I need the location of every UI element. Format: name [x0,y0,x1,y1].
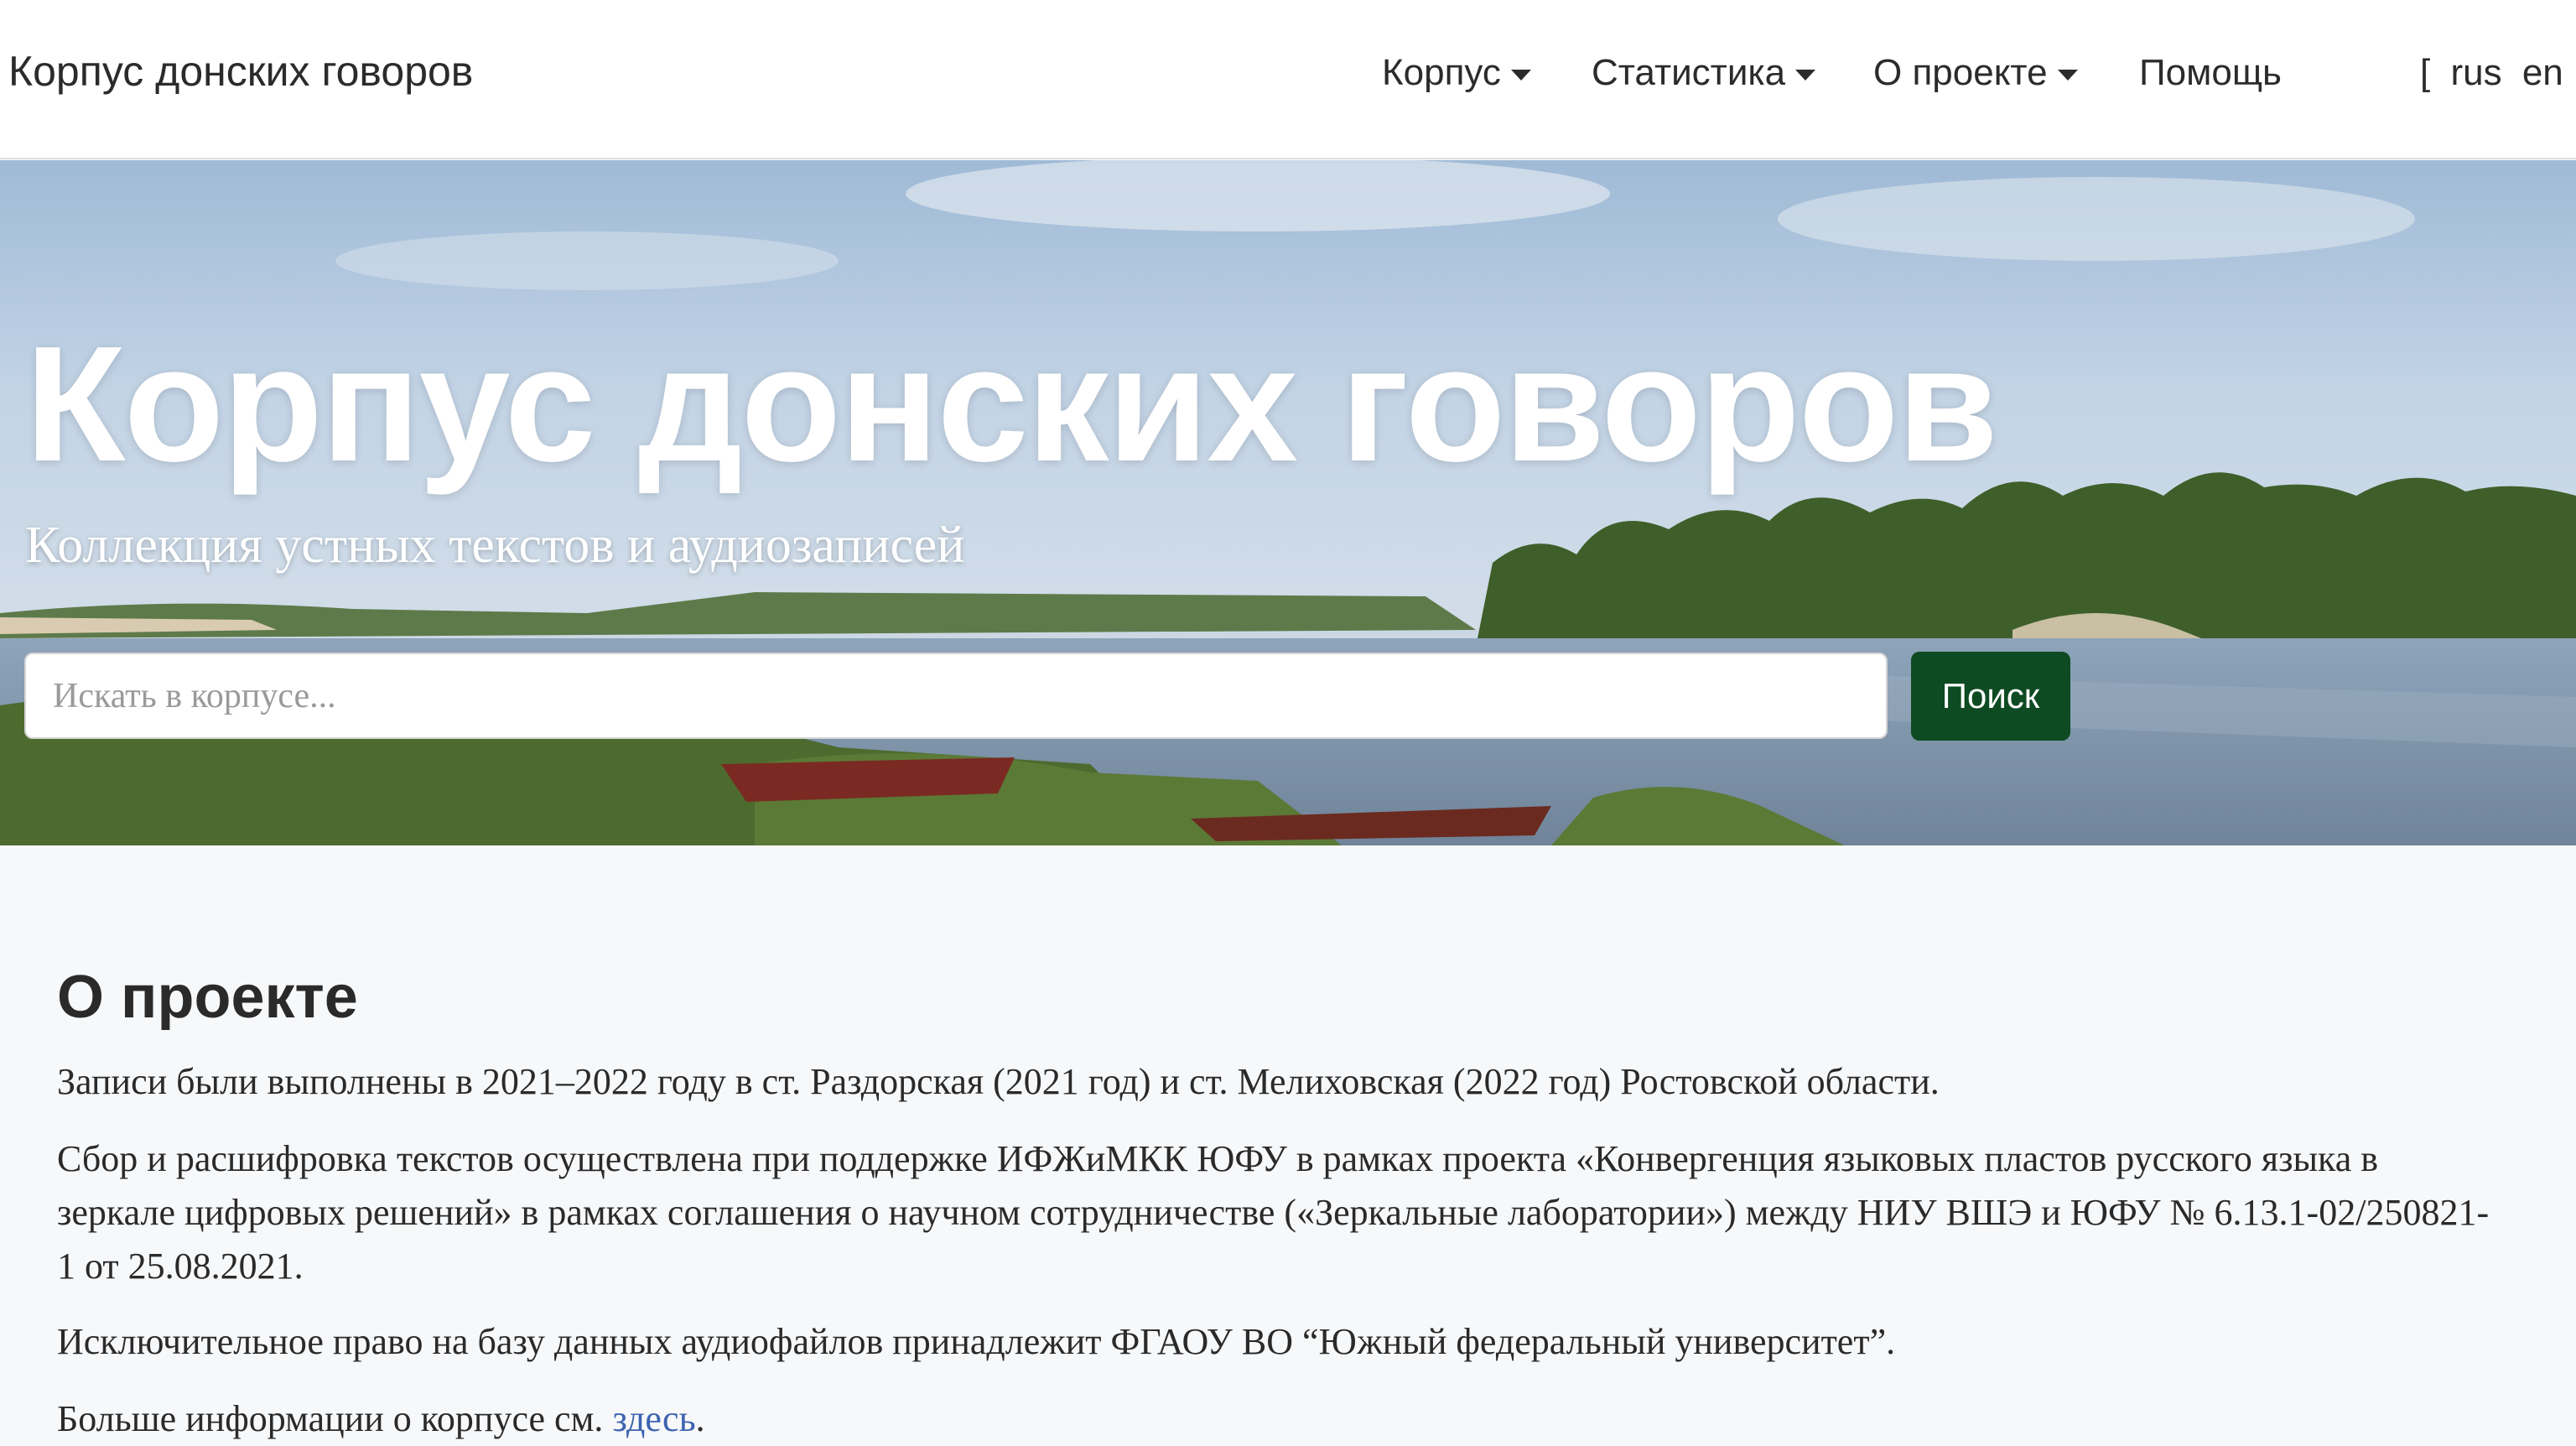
search-button[interactable]: Поиск [1911,652,2070,741]
nav-help-label: Помощь [2139,52,2282,93]
nav-korpus-label: Корпус [1382,52,1501,93]
nav-statistics-label: Статистика [1592,52,1786,93]
about-paragraph: Исключительное право на базу данных ауди… [57,1321,1896,1362]
top-navbar: Корпус донских говоров Корпус Статистика… [0,0,2576,159]
river-landscape-image [0,160,2576,845]
nav-about-label: О проекте [1873,52,2048,93]
nav-statistics-dropdown[interactable]: Статистика [1592,52,1816,94]
caret-down-icon [1795,69,1816,81]
lang-bracket-open: [ [2420,52,2431,93]
lang-rus-link[interactable]: rus [2450,52,2501,93]
about-section: О проекте Записи были выполнены в 2021–2… [0,845,2576,1444]
search-input[interactable] [24,653,1888,739]
about-heading: О проекте [57,964,358,1031]
about-paragraph: Сбор и расшифровка текстов осуществлена … [57,1138,2490,1287]
more-info-period: . [695,1398,705,1439]
language-switcher: [ rus en ] [2420,52,2576,94]
caret-down-icon [1510,69,1531,81]
more-info-link[interactable]: здесь [612,1398,695,1439]
nav-help-link[interactable]: Помощь [2139,52,2282,94]
nav-about-dropdown[interactable]: О проекте [1873,52,2078,94]
hero-banner: Корпус донских говоров Коллекция устных … [0,160,2576,845]
about-paragraph: Записи были выполнены в 2021–2022 году в… [57,1061,1940,1102]
about-more-info: Больше информации о корпусе см. здесь. [57,1392,2506,1446]
lang-en-link[interactable]: en [2522,52,2563,93]
hero-title: Корпус донских говоров [25,312,1998,496]
brand-link[interactable]: Корпус донских говоров [8,47,473,96]
caret-down-icon [2057,69,2078,81]
hero-subtitle: Коллекция устных текстов и аудиозаписей [25,517,965,574]
nav-korpus-dropdown[interactable]: Корпус [1382,52,1531,94]
more-info-text: Больше информации о корпусе см. [57,1398,613,1439]
